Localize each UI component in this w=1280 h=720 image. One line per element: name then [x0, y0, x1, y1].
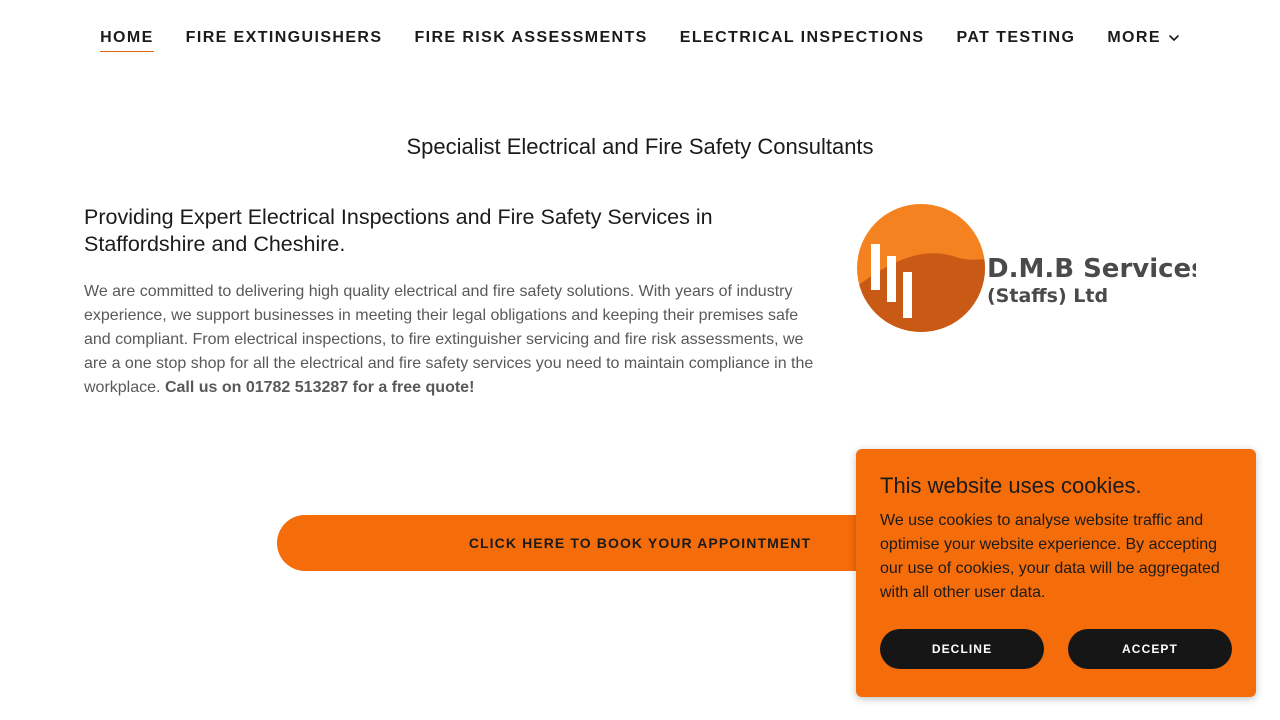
nav-item-fire-extinguishers[interactable]: FIRE EXTINGUISHERS	[186, 29, 383, 52]
intro-section: Providing Expert Electrical Inspections …	[84, 204, 814, 400]
accept-button[interactable]: ACCEPT	[1068, 629, 1232, 669]
company-logo: D.M.B Services (Staffs) Ltd	[856, 202, 1207, 334]
cookie-banner: This website uses cookies. We use cookie…	[856, 449, 1256, 697]
nav-item-home[interactable]: HOME	[100, 29, 154, 52]
main-navigation: HOME FIRE EXTINGUISHERS FIRE RISK ASSESS…	[0, 0, 1280, 80]
decline-button[interactable]: DECLINE	[880, 629, 1044, 669]
cookie-title: This website uses cookies.	[880, 473, 1142, 498]
logo-text-line2: (Staffs) Ltd	[987, 285, 1108, 307]
nav-item-more-label: MORE	[1107, 28, 1161, 46]
logo-bar-1	[871, 244, 880, 290]
nav-list: HOME FIRE EXTINGUISHERS FIRE RISK ASSESS…	[100, 29, 1180, 52]
intro-heading: Providing Expert Electrical Inspections …	[84, 205, 713, 256]
nav-item-pat-testing[interactable]: PAT TESTING	[957, 29, 1076, 52]
nav-item-fire-risk-assessments[interactable]: FIRE RISK ASSESSMENTS	[414, 29, 647, 52]
nav-item-electrical-inspections[interactable]: ELECTRICAL INSPECTIONS	[680, 29, 925, 52]
cookie-text: We use cookies to analyse website traffi…	[880, 512, 1220, 601]
chevron-down-icon	[1169, 34, 1179, 41]
logo-graphic: D.M.B Services (Staffs) Ltd	[857, 204, 1207, 332]
logo-text-line1: D.M.B Services	[987, 254, 1196, 284]
logo-bar-3	[903, 272, 912, 318]
cookie-buttons: DECLINE ACCEPT	[880, 629, 1232, 669]
logo-bar-2	[887, 256, 896, 302]
intro-body: We are committed to delivering high qual…	[84, 280, 814, 400]
page-tagline: Specialist Electrical and Fire Safety Co…	[406, 134, 874, 159]
intro-call-to-action: Call us on 01782 513287 for a free quote…	[164, 379, 475, 396]
nav-item-more[interactable]: MORE	[1107, 29, 1180, 52]
